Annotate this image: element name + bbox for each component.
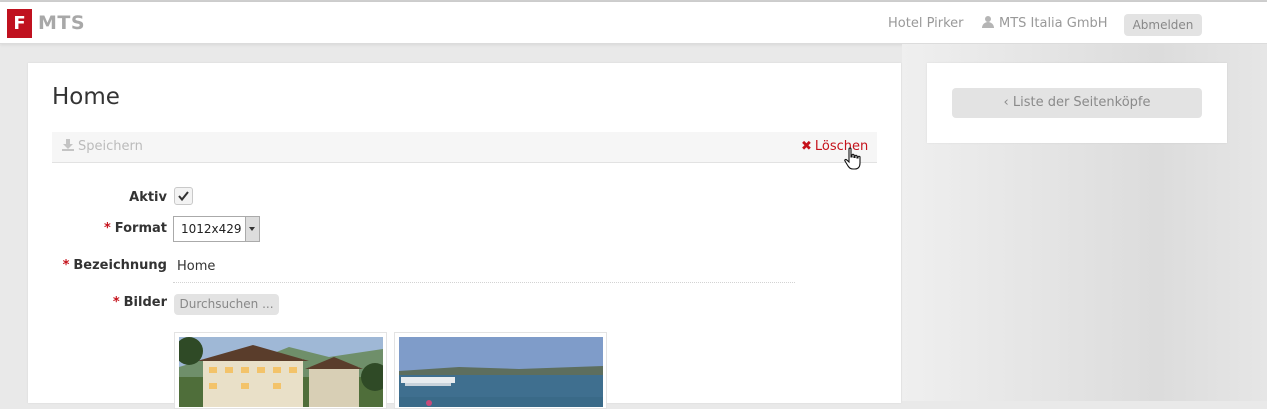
page-title: Home: [52, 84, 120, 110]
name-label: * Bezeichnung: [62, 258, 167, 273]
required-marker: *: [62, 258, 70, 273]
lake-photo: [399, 337, 603, 407]
user-link[interactable]: MTS Italia GmbH: [982, 16, 1108, 31]
back-to-list-button[interactable]: ‹ Liste der Seitenköpfe: [952, 88, 1202, 118]
download-icon: [62, 139, 74, 151]
save-button[interactable]: Speichern: [62, 139, 143, 154]
format-select-value: 1012x429: [181, 222, 242, 236]
main-panel: Home Speichern ✖ Löschen Aktiv * Format 10…: [28, 63, 901, 409]
active-label: Aktiv: [129, 190, 167, 205]
images-label: * Bilder: [112, 295, 167, 310]
hand-cursor-icon: [844, 147, 861, 170]
user-link-label: MTS Italia GmbH: [999, 16, 1108, 31]
active-checkbox[interactable]: [174, 187, 193, 205]
brand-name[interactable]: MTS: [38, 12, 85, 34]
required-marker: *: [103, 221, 111, 236]
brand-logo[interactable]: F: [7, 9, 32, 38]
name-input-underline: [173, 282, 795, 283]
hotel-link[interactable]: Hotel Pirker: [888, 16, 964, 31]
required-marker: *: [112, 295, 120, 310]
image-thumbnail-lake[interactable]: [394, 332, 607, 409]
format-select[interactable]: 1012x429: [173, 216, 260, 242]
name-input[interactable]: Home: [177, 259, 215, 274]
sidebar-panel: ‹ Liste der Seitenköpfe: [927, 63, 1227, 143]
top-navbar: F MTS Hotel Pirker MTS Italia GmbH Abmel…: [0, 2, 1267, 44]
browse-button[interactable]: Durchsuchen ...: [174, 294, 279, 315]
user-icon: [982, 16, 994, 28]
logout-button[interactable]: Abmelden: [1124, 14, 1202, 36]
save-label: Speichern: [78, 139, 143, 154]
format-label: * Format: [103, 221, 167, 236]
image-thumbnail-hotel[interactable]: [174, 332, 387, 409]
chevron-down-icon: [245, 217, 259, 241]
action-toolbar: Speichern ✖ Löschen: [52, 132, 877, 163]
hotel-photo: [179, 337, 383, 407]
checkmark-icon: [178, 191, 189, 202]
close-icon: ✖: [801, 139, 812, 154]
